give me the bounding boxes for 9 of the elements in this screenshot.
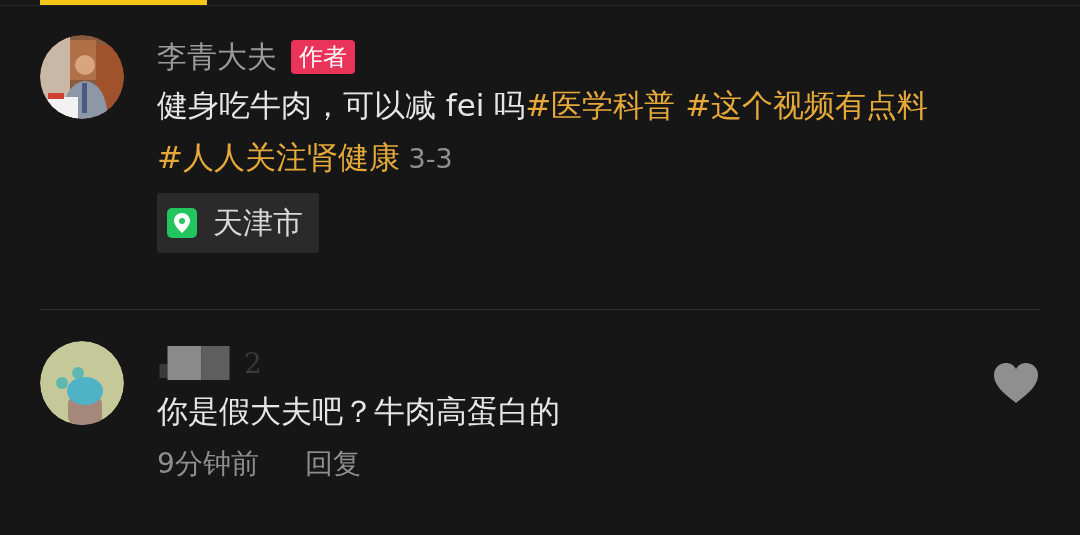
location-pin-icon <box>167 208 197 238</box>
comment-text: 健身吃牛肉，可以减 fei 吗#医学科普 #这个视频有点料 #人人关注肾健康 3-3 <box>157 86 930 177</box>
comment-time: 9分钟前 <box>157 446 259 482</box>
author-badge: 作者 <box>291 40 355 74</box>
comment-text: 你是假大夫吧？牛肉高蛋白的 <box>157 392 561 431</box>
like-heart-icon[interactable] <box>992 361 1040 405</box>
location-tag[interactable]: 天津市 <box>157 193 319 253</box>
reply-link[interactable]: 回复 <box>304 445 361 483</box>
username[interactable]: 李青大夫 <box>157 36 277 78</box>
